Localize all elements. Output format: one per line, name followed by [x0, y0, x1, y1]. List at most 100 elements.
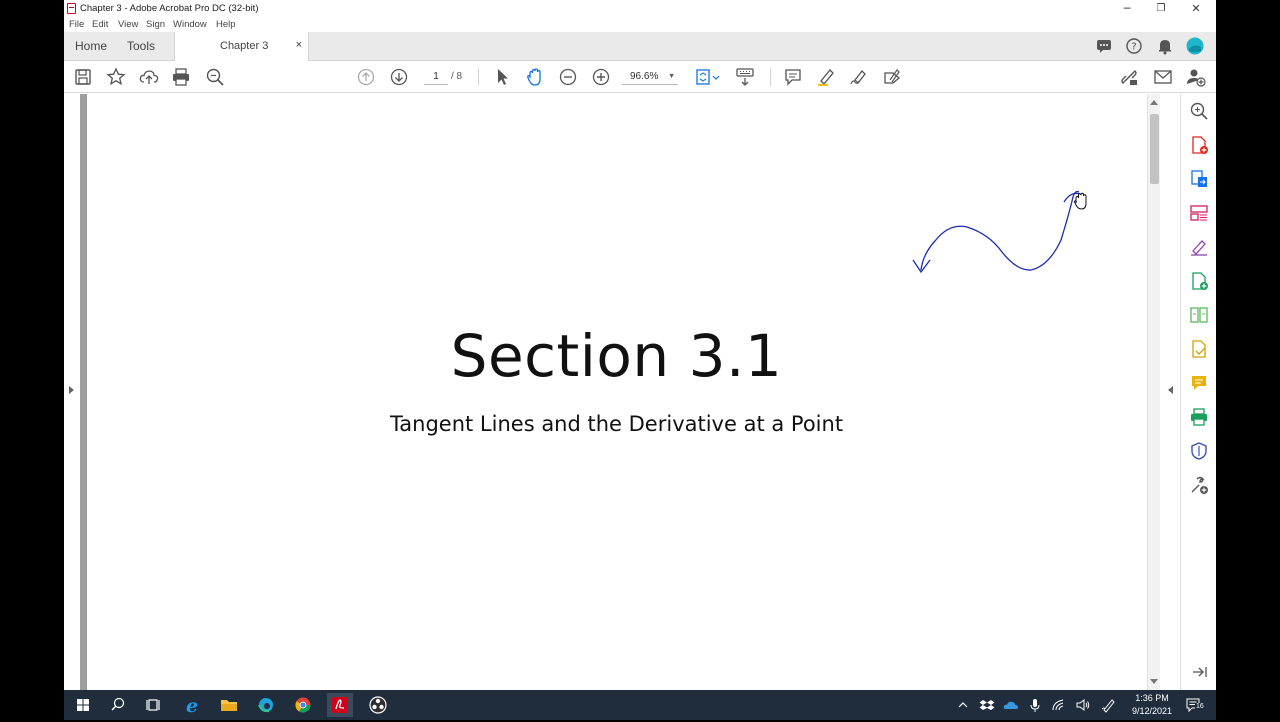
title-bar: Chapter 3 - Adobe Acrobat Pro DC (32-bit… [64, 0, 1216, 18]
tab-home[interactable]: Home [75, 39, 107, 53]
create-pdf-icon[interactable] [1189, 135, 1209, 155]
zoom-level-value: 96.6% [630, 71, 659, 82]
vertical-scrollbar[interactable] [1147, 94, 1160, 690]
hand-cursor-icon [1074, 192, 1087, 210]
notifications-bell-icon[interactable] [1156, 37, 1174, 55]
close-window-button[interactable]: ✕ [1179, 0, 1213, 18]
print-icon[interactable] [171, 67, 191, 87]
comment-share-icon[interactable] [1095, 37, 1113, 55]
left-pane-toggle[interactable] [64, 94, 80, 690]
document-page[interactable]: Section 3.1 Tangent Lines and the Deriva… [87, 94, 1146, 690]
clock-date: 9/12/2021 [1131, 706, 1173, 716]
chevron-up-icon[interactable] [955, 697, 971, 713]
compare-files-icon[interactable] [1189, 305, 1209, 325]
export-pdf-icon[interactable] [1189, 169, 1209, 189]
add-user-icon[interactable] [1186, 67, 1206, 87]
windows-taskbar: e 1:36 PM 9/12/2021 16 [64, 690, 1216, 720]
scroll-mode-icon[interactable] [735, 67, 755, 87]
page-gutter [80, 94, 87, 690]
acrobat-app-icon [67, 3, 76, 14]
onedrive-icon[interactable] [1003, 697, 1019, 713]
divider [478, 68, 479, 86]
cloud-upload-icon[interactable] [139, 67, 159, 87]
window-title: Chapter 3 - Adobe Acrobat Pro DC (32-bit… [80, 3, 259, 14]
more-tools-icon[interactable] [1189, 475, 1209, 495]
find-zoom-icon[interactable] [205, 67, 225, 87]
protect-shield-icon[interactable] [1189, 441, 1209, 461]
close-tab-icon[interactable]: × [296, 39, 302, 51]
scroll-down-icon[interactable] [1150, 679, 1158, 684]
svg-text:?: ? [1131, 42, 1136, 53]
menu-window[interactable]: Window [173, 19, 207, 30]
tab-document[interactable]: Chapter 3 × [174, 32, 309, 61]
main-toolbar: 1 / 8 96.6% ▼ [64, 61, 1216, 93]
scroll-thumb[interactable] [1150, 114, 1159, 184]
menu-bar: File Edit View Sign Window Help [64, 18, 1216, 32]
select-cursor-icon[interactable] [492, 67, 512, 87]
email-icon[interactable] [1153, 67, 1173, 87]
save-icon[interactable] [73, 67, 93, 87]
notification-center-icon[interactable]: 16 [1185, 697, 1205, 713]
task-view-icon[interactable] [140, 693, 166, 717]
tools-pane [1180, 94, 1216, 690]
tab-document-label: Chapter 3 [220, 40, 269, 52]
draw-signature-icon[interactable] [849, 67, 869, 87]
user-avatar[interactable] [1186, 37, 1204, 55]
zoom-in-icon[interactable] [591, 67, 611, 87]
request-signature-icon[interactable] [1189, 339, 1209, 359]
menu-help[interactable]: Help [216, 19, 236, 30]
scroll-up-icon[interactable] [1150, 100, 1158, 105]
tab-bar: Home Tools Chapter 3 × ? [64, 32, 1216, 61]
zoom-out-icon[interactable] [558, 67, 578, 87]
volume-icon[interactable] [1075, 697, 1091, 713]
chevron-down-icon: ▼ [668, 73, 675, 80]
edit-pdf-icon[interactable] [1189, 271, 1209, 291]
acrobat-window: Chapter 3 - Adobe Acrobat Pro DC (32-bit… [64, 0, 1216, 690]
right-pane-toggle[interactable] [1160, 94, 1180, 690]
notification-count-badge: 16 [1195, 703, 1205, 711]
edge-browser-icon[interactable] [253, 693, 279, 717]
zoom-level-dropdown[interactable]: 96.6% ▼ [622, 68, 678, 85]
chrome-browser-icon[interactable] [290, 693, 316, 717]
menu-sign[interactable]: Sign [146, 19, 165, 30]
page-fit-icon[interactable] [694, 67, 722, 87]
clock-time: 1:36 PM [1135, 693, 1169, 703]
previous-page-icon[interactable] [356, 67, 376, 87]
windows-start-icon[interactable] [70, 693, 96, 717]
microphone-icon[interactable] [1027, 697, 1043, 713]
menu-view[interactable]: View [118, 19, 138, 30]
search-tool-icon[interactable] [1189, 101, 1209, 121]
obs-studio-icon[interactable] [365, 693, 391, 717]
share-link-icon[interactable] [1119, 67, 1139, 87]
dropbox-icon[interactable] [979, 697, 995, 713]
ink-annotation [912, 190, 1087, 274]
internet-explorer-icon[interactable]: e [179, 693, 205, 717]
search-icon[interactable] [105, 693, 131, 717]
fill-sign-icon[interactable] [882, 67, 902, 87]
network-icon[interactable] [1051, 697, 1067, 713]
pen-settings-icon[interactable] [1101, 697, 1117, 713]
restore-button[interactable]: ❐ [1144, 0, 1178, 18]
print-production-icon[interactable] [1189, 407, 1209, 427]
next-page-icon[interactable] [389, 67, 409, 87]
chevron-left-icon [1168, 386, 1173, 394]
organize-pages-icon[interactable] [1189, 203, 1209, 223]
fill-and-sign-icon[interactable] [1189, 237, 1209, 257]
menu-edit[interactable]: Edit [92, 19, 108, 30]
page-number-input[interactable]: 1 [424, 68, 448, 85]
minimize-button[interactable]: ─ [1110, 0, 1144, 18]
comment-tool-icon[interactable] [1189, 373, 1209, 393]
freehand-ink-stroke [920, 190, 1080, 271]
system-clock[interactable]: 1:36 PM 9/12/2021 [1127, 692, 1177, 718]
menu-file[interactable]: File [69, 19, 84, 30]
acrobat-taskbar-icon[interactable] [327, 693, 353, 717]
bookmark-star-icon[interactable] [106, 67, 126, 87]
collapse-pane-icon[interactable] [1190, 662, 1210, 682]
hand-tool-icon[interactable] [525, 67, 545, 87]
help-icon[interactable]: ? [1125, 37, 1143, 55]
file-explorer-icon[interactable] [216, 693, 242, 717]
tab-tools[interactable]: Tools [127, 39, 155, 53]
highlight-pen-icon[interactable] [816, 67, 836, 87]
screen: Chapter 3 - Adobe Acrobat Pro DC (32-bit… [0, 0, 1280, 720]
comment-icon[interactable] [783, 67, 803, 87]
